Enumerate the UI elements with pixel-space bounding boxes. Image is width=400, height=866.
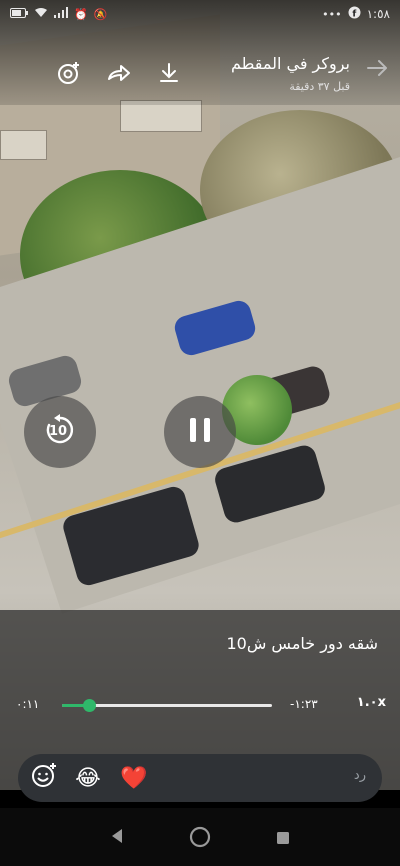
status-caption: شقه دور خامس ش10 — [226, 634, 378, 653]
status-viewer: ⏰ 🔕 ••• f ١:٥٨ بروكر في المقطم قبل ٣٧ دق… — [0, 0, 400, 866]
nav-recents-button[interactable] — [276, 830, 290, 849]
dots-icon: ••• — [322, 7, 342, 21]
balcony-image — [0, 130, 47, 160]
laughing-emoji-icon: 😂 — [75, 765, 101, 791]
alarm-icon: ⏰ — [74, 7, 88, 21]
battery-icon — [10, 7, 28, 21]
facebook-icon: f — [348, 6, 361, 22]
status-bar-left: ⏰ 🔕 — [10, 7, 107, 21]
svg-text:f: f — [352, 10, 356, 20]
forward-icon — [107, 63, 131, 87]
add-reaction-icon — [57, 61, 81, 89]
seek-thumb[interactable] — [83, 699, 97, 712]
page-title: بروكر في المقطم — [230, 54, 350, 73]
pause-icon — [187, 416, 213, 448]
add-reaction-button[interactable] — [56, 62, 82, 88]
signal-icon — [54, 7, 68, 21]
post-time: قبل ٣٧ دقيقة — [289, 80, 350, 93]
nav-home-button[interactable] — [189, 826, 211, 852]
circle-home-icon — [189, 826, 211, 852]
rewind-seconds-label: 10 — [49, 424, 68, 439]
system-nav-bar — [0, 808, 400, 866]
clock-time: ١:٥٨ — [366, 7, 390, 21]
seek-bar[interactable] — [62, 699, 272, 712]
seek-row: ٠:١١ -١:٢٣ ١.٠x — [0, 694, 400, 718]
status-header: بروكر في المقطم قبل ٣٧ دقيقة — [0, 52, 400, 102]
status-bar-right: ••• f ١:٥٨ — [322, 6, 390, 22]
remaining-time: -١:٢٣ — [290, 697, 318, 711]
add-emoji-icon — [31, 762, 57, 794]
nav-back-button[interactable] — [110, 828, 124, 848]
triangle-back-icon — [110, 829, 124, 848]
reply-bar: 😂 ❤️ رد — [18, 754, 382, 802]
download-icon — [158, 62, 180, 88]
rewind-button[interactable]: 10 — [24, 396, 96, 468]
quick-reaction-laugh[interactable]: 😂 — [74, 764, 102, 792]
pause-button[interactable] — [164, 396, 236, 468]
download-button[interactable] — [156, 62, 182, 88]
quick-reaction-heart[interactable]: ❤️ — [120, 764, 148, 792]
elapsed-time: ٠:١١ — [16, 697, 40, 711]
forward-button[interactable] — [106, 62, 132, 88]
back-button[interactable] — [366, 58, 388, 83]
wifi-icon — [34, 7, 48, 21]
playback-speed-button[interactable]: ١.٠x — [357, 695, 386, 710]
mute-icon: 🔕 — [93, 7, 108, 21]
back-arrow-icon — [366, 58, 388, 83]
square-recents-icon — [276, 830, 290, 849]
reply-input[interactable]: رد — [354, 768, 366, 783]
video-frame[interactable] — [0, 0, 400, 790]
emoji-picker-button[interactable] — [30, 762, 58, 794]
heart-emoji-icon: ❤️ — [120, 765, 148, 791]
status-bar: ⏰ 🔕 ••• f ١:٥٨ — [0, 0, 400, 28]
